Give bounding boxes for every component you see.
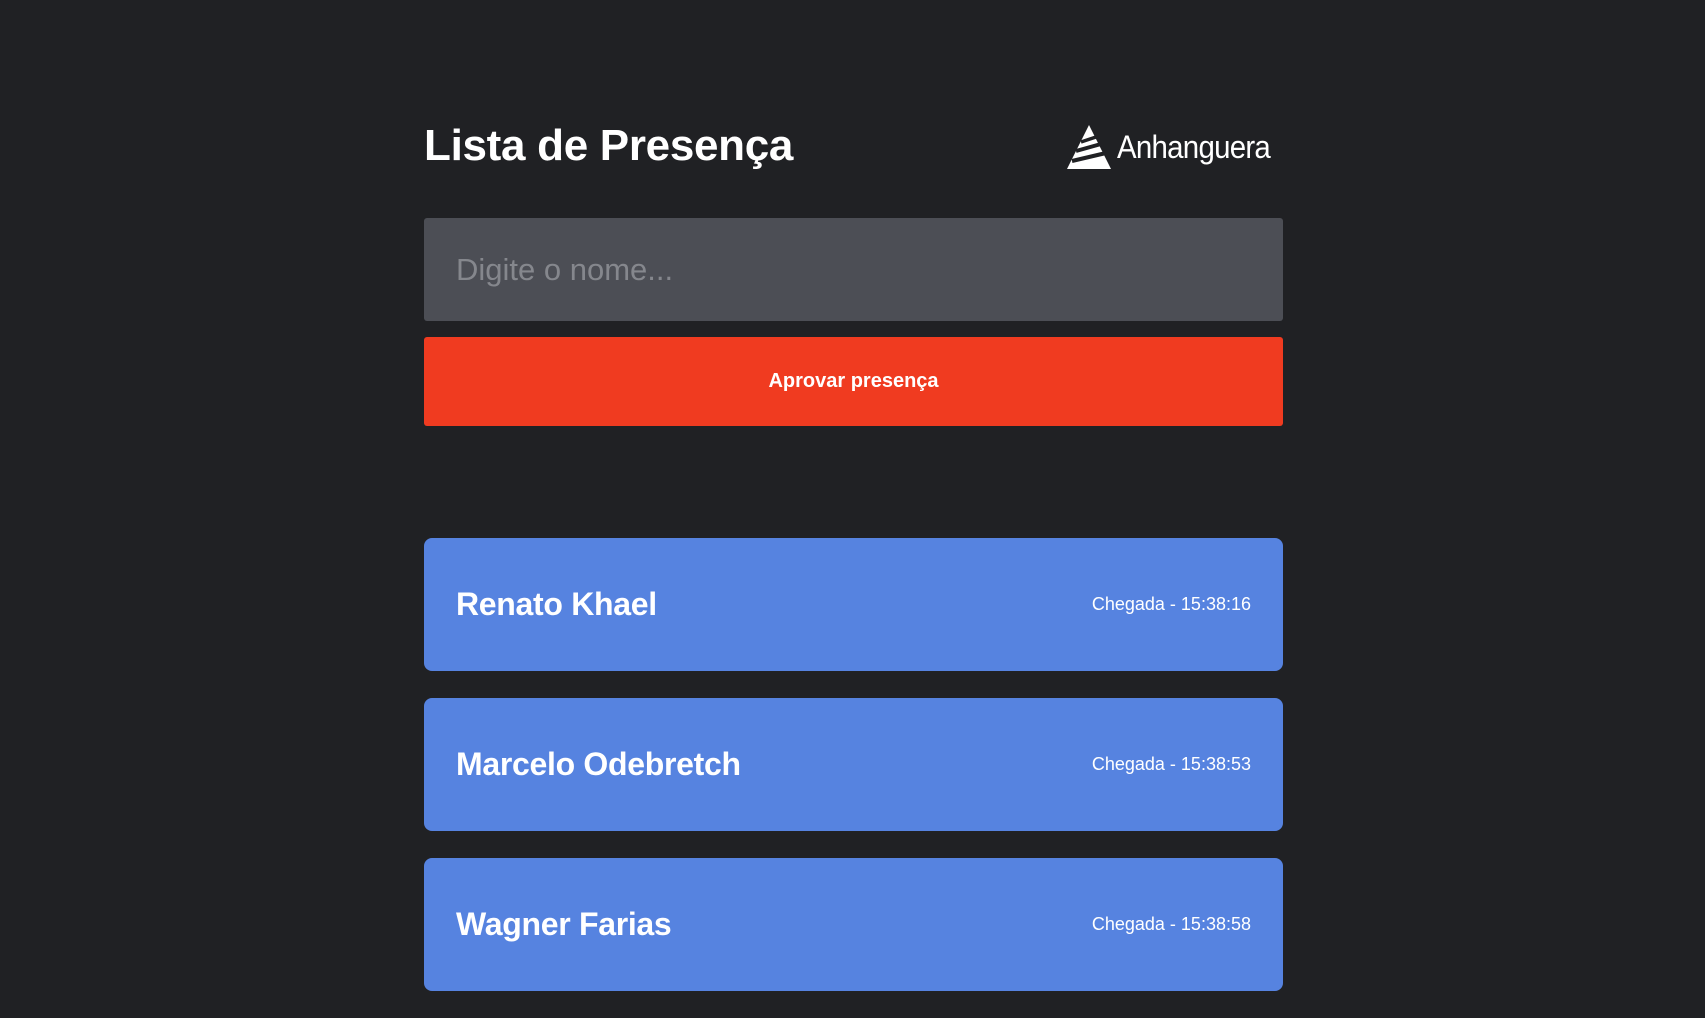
approve-attendance-button[interactable]: Aprovar presença (424, 337, 1283, 426)
attendee-card: Marcelo Odebretch Chegada - 15:38:53 (424, 698, 1283, 831)
logo-text: Anhanguera (1116, 128, 1271, 165)
header: Lista de Presença Anhanguera (424, 110, 1283, 180)
page-title: Lista de Presença (424, 121, 794, 170)
brand-logo: Anhanguera (1065, 122, 1283, 172)
attendee-card: Wagner Farias Chegada - 15:38:58 (424, 858, 1283, 991)
name-input[interactable] (424, 218, 1283, 321)
anhanguera-logo-icon (1066, 125, 1111, 169)
attendance-list: Renato Khael Chegada - 15:38:16 Marcelo … (424, 538, 1283, 1018)
arrival-time: Chegada - 15:38:53 (1091, 754, 1251, 774)
attendee-name: Renato Khael (456, 586, 657, 622)
attendee-name: Marcelo Odebretch (456, 746, 741, 782)
arrival-time: Chegada - 15:38:16 (1091, 594, 1251, 614)
attendee-name: Wagner Farias (456, 906, 672, 942)
attendee-card: Renato Khael Chegada - 15:38:16 (424, 538, 1283, 671)
arrival-time: Chegada - 15:38:58 (1091, 914, 1251, 934)
